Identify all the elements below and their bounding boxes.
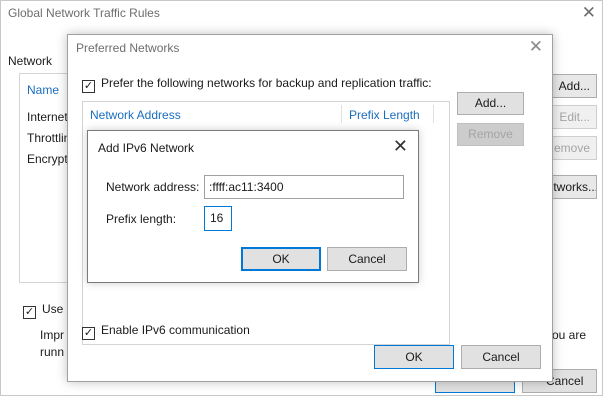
info-text-line1: Impr (40, 328, 64, 342)
ok-button[interactable]: OK (374, 345, 454, 369)
close-icon[interactable]: ✕ (529, 36, 543, 58)
enable-ipv6-checkbox[interactable]: ✓ Enable IPv6 communication (82, 323, 250, 340)
network-address-label: Network address: (106, 180, 200, 194)
cancel-button[interactable]: Cancel (327, 247, 407, 271)
dialog-title: Add IPv6 Network (98, 141, 195, 155)
network-address-input[interactable]: :ffff:ac11:3400 (204, 175, 404, 199)
info-text-line2: runn (40, 345, 65, 359)
ok-button[interactable]: OK (241, 247, 321, 271)
cancel-button[interactable]: Cancel (461, 345, 541, 369)
close-icon[interactable]: ✕ (582, 2, 596, 24)
add-network-button[interactable]: Add... (457, 92, 524, 115)
enable-ipv6-label: Enable IPv6 communication (101, 323, 250, 337)
rule-row-encryption[interactable]: Encrypti (27, 152, 70, 166)
use-checkbox[interactable]: ✓ Use r (23, 302, 71, 319)
prefix-length-input[interactable]: 16 (204, 206, 232, 231)
prefer-networks-checkbox[interactable]: ✓ Prefer the following networks for backu… (82, 76, 432, 93)
prefer-networks-label: Prefer the following networks for backup… (101, 76, 432, 90)
rule-row-internet[interactable]: Internet (27, 110, 68, 124)
prefix-length-label: Prefix length: (106, 212, 177, 226)
checkmark-icon: ✓ (82, 80, 95, 93)
column-divider (341, 105, 342, 123)
checkmark-icon: ✓ (23, 306, 36, 319)
close-icon[interactable]: ✕ (393, 135, 408, 157)
add-ipv6-network-dialog: Add IPv6 Network ✕ Network address: :fff… (87, 130, 419, 283)
name-column-header[interactable]: Name (27, 83, 59, 97)
network-address-column-header[interactable]: Network Address (90, 108, 181, 122)
remove-network-button[interactable]: Remove (457, 123, 524, 146)
dialog-title: Preferred Networks (76, 41, 180, 55)
network-label: Network (8, 54, 53, 68)
rule-row-throttling[interactable]: Throttlin (27, 131, 70, 145)
checkmark-icon: ✓ (82, 327, 95, 340)
prefix-length-column-header[interactable]: Prefix Length (349, 108, 420, 122)
column-divider (433, 105, 434, 123)
window-title: Global Network Traffic Rules (8, 6, 160, 20)
